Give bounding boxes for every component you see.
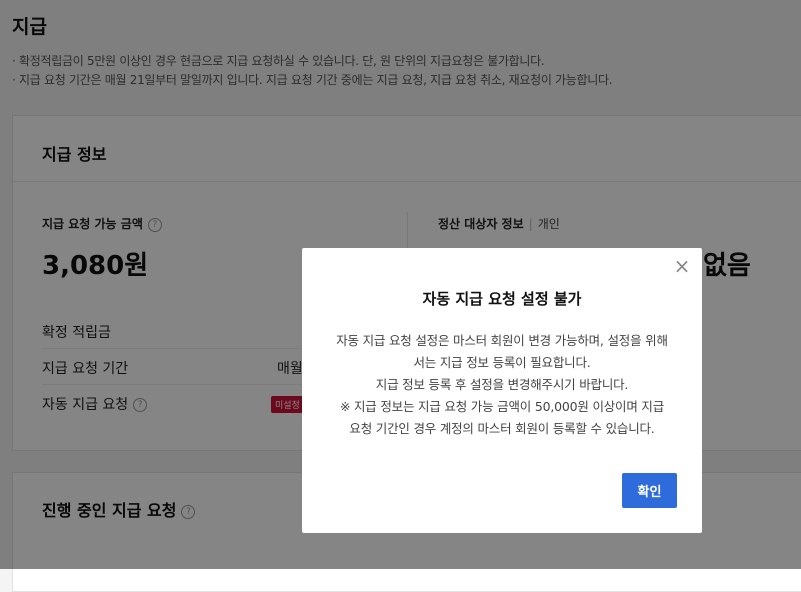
modal-body-line: 자동 지급 요청 설정은 마스터 회원이 변경 가능하며, 설정을 위해: [336, 333, 668, 348]
close-icon[interactable]: ×: [672, 256, 692, 276]
modal-body-line: 서는 지급 정보 등록이 필요합니다.: [413, 355, 591, 370]
confirm-button[interactable]: 확인: [622, 473, 677, 508]
modal-body-line: 지급 정보 등록 후 설정을 변경해주시기 바랍니다.: [375, 377, 629, 392]
auto-request-modal: × 자동 지급 요청 설정 불가 자동 지급 요청 설정은 마스터 회원이 변경…: [302, 248, 702, 533]
modal-title: 자동 지급 요청 설정 불가: [422, 290, 582, 308]
modal-body: 자동 지급 요청 설정은 마스터 회원이 변경 가능하며, 설정을 위해 서는 …: [322, 330, 682, 440]
modal-body-line: 요청 기간인 경우 계정의 마스터 회원이 등록할 수 있습니다.: [349, 421, 655, 436]
modal-body-line: ※ 지급 정보는 지급 요청 가능 금액이 50,000원 이상이며 지급: [339, 399, 665, 414]
